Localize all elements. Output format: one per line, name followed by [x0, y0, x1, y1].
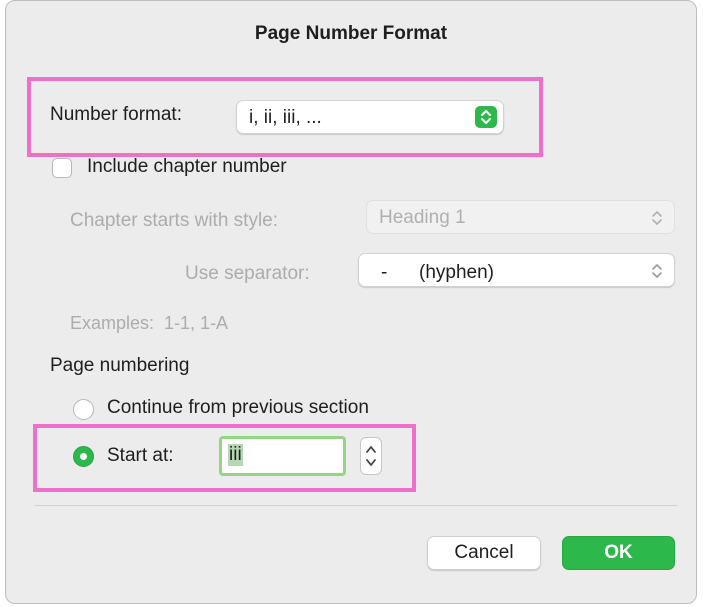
number-format-label: Number format:	[50, 104, 182, 125]
number-format-popup[interactable]: i, ii, iii, ...	[236, 100, 504, 134]
dialog-title: Page Number Format	[254, 23, 448, 44]
popup-chevrons-icon	[475, 106, 497, 128]
include-chapter-checkbox[interactable]	[52, 158, 72, 178]
page-number-format-dialog: Page Number Format	[5, 0, 697, 604]
cancel-button[interactable]: Cancel	[427, 536, 541, 570]
start-at-value: iii	[228, 444, 243, 466]
stepper-arrows-icon	[366, 446, 376, 466]
separator-value: - (hyphen)	[381, 262, 494, 283]
page-numbering-heading: Page numbering	[50, 355, 190, 376]
start-at-radio[interactable]	[73, 446, 94, 467]
divider	[34, 505, 678, 506]
ok-button[interactable]: OK	[562, 536, 675, 570]
popup-chevrons-icon	[648, 260, 666, 282]
start-at-label: Start at:	[107, 445, 174, 466]
start-at-stepper[interactable]	[360, 437, 382, 475]
examples-text: Examples: 1-1, 1-A	[70, 313, 229, 333]
separator-popup[interactable]: - (hyphen)	[358, 253, 675, 287]
chapter-style-label: Chapter starts with style:	[70, 210, 279, 231]
continue-radio[interactable]	[73, 399, 94, 420]
separator-label: Use separator:	[185, 263, 310, 284]
popup-chevrons-icon	[648, 207, 666, 229]
number-format-value: i, ii, iii, ...	[249, 107, 322, 128]
include-chapter-label: Include chapter number	[87, 156, 287, 177]
chapter-style-popup[interactable]: Heading 1	[366, 200, 675, 234]
start-at-field[interactable]: iii	[219, 436, 346, 476]
chapter-style-value: Heading 1	[379, 207, 466, 228]
continue-label: Continue from previous section	[107, 397, 369, 418]
